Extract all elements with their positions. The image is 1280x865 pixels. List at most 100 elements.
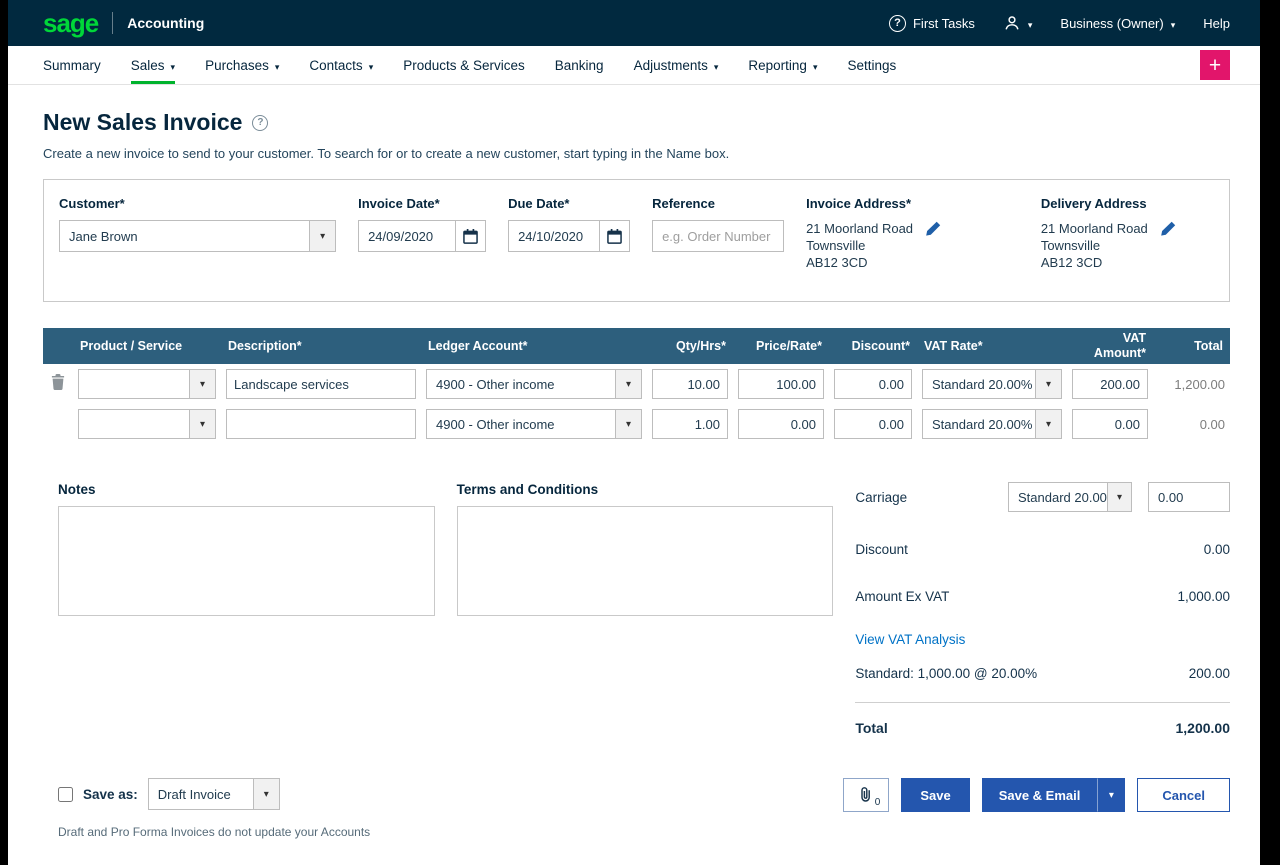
cancel-button[interactable]: Cancel: [1137, 778, 1230, 812]
customer-select[interactable]: Jane Brown: [59, 220, 336, 252]
business-menu[interactable]: Business (Owner): [1060, 16, 1175, 31]
reference-control: [652, 220, 784, 252]
product-service-select[interactable]: [78, 409, 216, 439]
row-total: 1,200.00: [1153, 364, 1230, 404]
invoice-date-label: Invoice Date*: [358, 196, 486, 211]
help-circle-icon[interactable]: [252, 115, 268, 131]
price-rate-input[interactable]: [738, 369, 824, 399]
amount-ex-vat-label: Amount Ex VAT: [855, 589, 949, 604]
view-vat-analysis-link[interactable]: View VAT Analysis: [855, 632, 965, 647]
page-title: New Sales Invoice: [43, 109, 242, 136]
description-input[interactable]: [226, 409, 416, 439]
chevron-down-icon[interactable]: [1035, 370, 1061, 398]
carriage-amount-input[interactable]: [1149, 483, 1229, 511]
save-as-select[interactable]: Draft Invoice: [148, 778, 280, 810]
edit-pencil-icon[interactable]: [1160, 221, 1176, 242]
nav-item-adjustments[interactable]: Adjustments: [634, 46, 719, 84]
carriage-label: Carriage: [855, 490, 907, 505]
chevron-down-icon: [813, 58, 818, 73]
invoice-date-input[interactable]: [359, 221, 455, 251]
chevron-down-icon[interactable]: [189, 370, 215, 398]
carriage-vat-select[interactable]: Standard 20.00%: [1008, 482, 1132, 512]
save-as-checkbox[interactable]: [58, 787, 73, 802]
nav-item-settings[interactable]: Settings: [847, 46, 896, 84]
save-button[interactable]: Save: [901, 778, 969, 812]
nav-label: Reporting: [748, 58, 807, 73]
delete-row-icon[interactable]: [51, 374, 65, 390]
price-rate-input[interactable]: [738, 409, 824, 439]
discount-input[interactable]: [834, 369, 912, 399]
main-content: New Sales Invoice Create a new invoice t…: [8, 85, 1260, 865]
paperclip-icon: [858, 786, 874, 804]
table-row: 4900 - Other income Standard 20.00% 1,20…: [43, 364, 1230, 404]
total-label: Total: [855, 720, 887, 736]
terms-textarea[interactable]: [457, 506, 834, 616]
chevron-down-icon: [275, 58, 280, 73]
delivery-address-text: 21 Moorland Road Townsville AB12 3CD: [1041, 220, 1148, 271]
add-button[interactable]: +: [1200, 50, 1230, 80]
nav-item-contacts[interactable]: Contacts: [309, 46, 373, 84]
summary-divider: [855, 702, 1230, 703]
attachment-button[interactable]: 0: [843, 778, 889, 812]
vat-rate-select[interactable]: Standard 20.00%: [922, 369, 1062, 399]
edit-pencil-icon[interactable]: [925, 221, 941, 242]
nav-item-summary[interactable]: Summary: [43, 46, 101, 84]
calendar-icon[interactable]: [455, 221, 485, 251]
invoice-date-control: [358, 220, 486, 252]
ledger-account-select[interactable]: 4900 - Other income: [426, 369, 642, 399]
row-total: 0.00: [1153, 404, 1230, 444]
due-date-input[interactable]: [509, 221, 599, 251]
topbar: sage Accounting First Tasks Business (Ow…: [8, 0, 1260, 46]
help-link[interactable]: Help: [1203, 16, 1230, 31]
discount-label: Discount: [855, 542, 908, 557]
qty-input[interactable]: [652, 369, 728, 399]
header-total: Total: [1153, 328, 1230, 364]
nav-item-products-services[interactable]: Products & Services: [403, 46, 525, 84]
sage-logo[interactable]: sage: [43, 10, 98, 36]
chevron-down-icon[interactable]: [615, 370, 641, 398]
nav-item-banking[interactable]: Banking: [555, 46, 604, 84]
first-tasks-button[interactable]: First Tasks: [889, 15, 975, 32]
user-menu[interactable]: [1003, 14, 1033, 32]
chevron-down-icon[interactable]: [253, 779, 279, 809]
nav-label: Summary: [43, 58, 101, 73]
page: sage Accounting First Tasks Business (Ow…: [8, 0, 1260, 865]
save-as-section: Save as: Draft Invoice Draft and Pro For…: [58, 778, 370, 839]
chevron-down-icon[interactable]: [1107, 483, 1131, 511]
nav-item-purchases[interactable]: Purchases: [205, 46, 279, 84]
chevron-down-icon[interactable]: [615, 410, 641, 438]
description-input[interactable]: [226, 369, 416, 399]
product-service-select[interactable]: [78, 369, 216, 399]
total-value: 1,200.00: [1176, 720, 1231, 736]
chevron-down-icon: [1171, 16, 1176, 31]
qty-input[interactable]: [652, 409, 728, 439]
notes-field: Notes: [58, 482, 435, 736]
chevron-down-icon: [1028, 16, 1033, 31]
chevron-down-icon[interactable]: [1097, 778, 1125, 812]
ledger-account-select[interactable]: 4900 - Other income: [426, 409, 642, 439]
reference-field: Reference: [652, 196, 784, 271]
chevron-down-icon[interactable]: [309, 221, 335, 251]
vat-rate-select[interactable]: Standard 20.00%: [922, 409, 1062, 439]
vat-amount-input[interactable]: [1072, 409, 1148, 439]
chevron-down-icon[interactable]: [1035, 410, 1061, 438]
reference-input[interactable]: [653, 221, 783, 251]
chevron-down-icon[interactable]: [189, 410, 215, 438]
notes-textarea[interactable]: [58, 506, 435, 616]
invoice-items-table: Product / Service Description* Ledger Ac…: [43, 328, 1230, 444]
save-email-button[interactable]: Save & Email: [982, 778, 1098, 812]
footer-row: Save as: Draft Invoice Draft and Pro For…: [43, 778, 1230, 839]
amount-ex-vat-row: Amount Ex VAT 1,000.00: [855, 589, 1230, 604]
nav-item-reporting[interactable]: Reporting: [748, 46, 817, 84]
nav-item-sales[interactable]: Sales: [131, 46, 175, 84]
first-tasks-label: First Tasks: [913, 16, 975, 31]
topbar-divider: [112, 12, 113, 34]
header-ledger: Ledger Account*: [421, 328, 647, 364]
discount-input[interactable]: [834, 409, 912, 439]
invoice-date-field: Invoice Date*: [358, 196, 486, 271]
calendar-icon[interactable]: [599, 221, 629, 251]
app-name: Accounting: [127, 15, 204, 31]
vat-amount-input[interactable]: [1072, 369, 1148, 399]
discount-value: 0.00: [1204, 542, 1230, 557]
header-price: Price/Rate*: [733, 328, 829, 364]
